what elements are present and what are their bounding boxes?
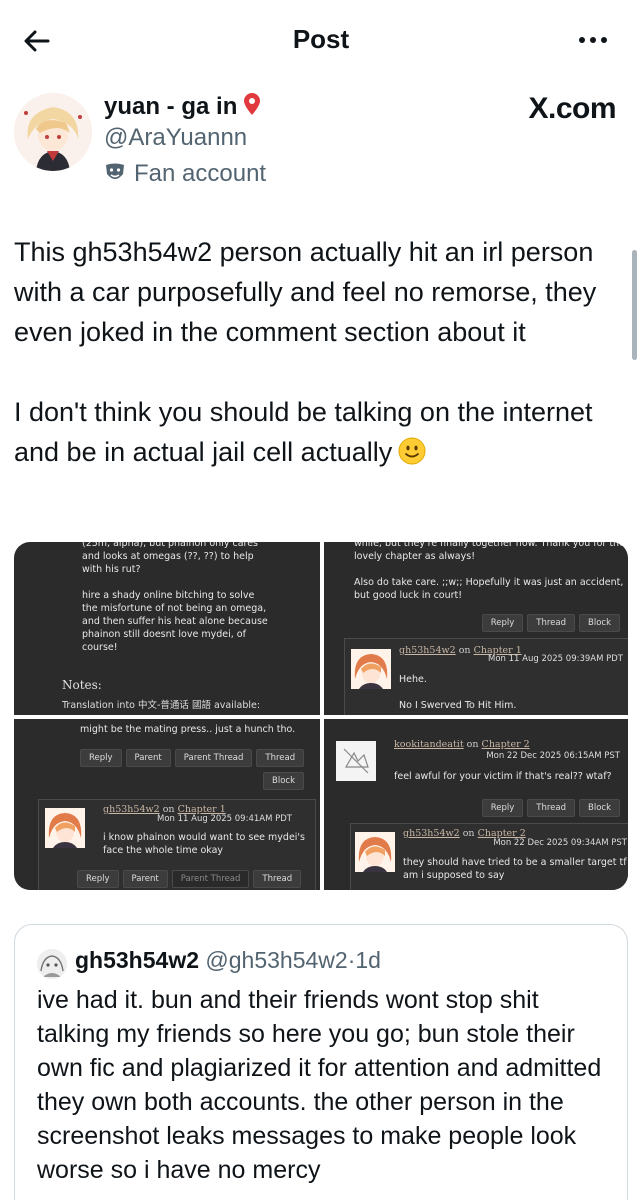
reply-box: gh53h54w2 on Chapter 1 Mon 11 Aug 2025 0… (344, 638, 628, 715)
screenshot-3[interactable]: might be the mating press.. just a hunch… (14, 719, 320, 890)
reply-actions: Reply Parent Parent Thread Thread (77, 870, 302, 888)
translation-line: Translation into 中文-普通话 國語 available: (62, 700, 261, 711)
author-display-name[interactable]: yuan - ga in (104, 92, 261, 123)
scrollbar-thumb[interactable] (632, 250, 637, 360)
quoted-author-avatar[interactable] (37, 949, 67, 979)
reply-date: Mon 11 Aug 2025 09:39AM PDT (488, 654, 623, 664)
parent-thread-button[interactable]: Parent Thread (174, 749, 253, 767)
block-row: Block (263, 772, 304, 790)
quoted-post[interactable]: gh53h54w2 @gh53h54w2·1d ive had it. bun … (14, 924, 628, 1200)
comment-chapter-link[interactable]: Chapter 2 (482, 739, 530, 750)
block-button[interactable]: Block (579, 799, 620, 817)
top-bar: Post (0, 0, 642, 80)
reply-button[interactable]: Reply (80, 749, 122, 767)
screenshot-1[interactable]: (25m, alpha), but phainon only cares and… (14, 542, 320, 715)
author-handle[interactable]: @AraYuannn (104, 124, 247, 152)
badge-label: Fan account (134, 160, 267, 187)
slightly-smiling-face-icon (398, 436, 426, 465)
fan-account-badge: Fan account (104, 160, 266, 188)
parent-button[interactable]: Parent (122, 870, 168, 888)
post-text: This gh53h54w2 person actually hit an ir… (14, 232, 618, 472)
page-title: Post (292, 24, 350, 54)
comment-byline: kookitandeatit on Chapter 2 (394, 739, 530, 750)
thread-button[interactable]: Thread (256, 749, 305, 767)
reply-username[interactable]: gh53h54w2 (403, 828, 460, 839)
reply-button[interactable]: Reply (481, 614, 524, 632)
thread-button[interactable]: Thread (253, 870, 302, 888)
post-text-content: This gh53h54w2 person actually hit an ir… (14, 237, 597, 467)
more-options-icon[interactable] (576, 28, 610, 52)
theater-masks-icon (104, 160, 134, 187)
block-button[interactable]: Block (579, 614, 620, 632)
screenshot-2[interactable]: while, but they're finally together now.… (324, 542, 628, 715)
quoted-display-name[interactable]: gh53h54w2 (75, 947, 199, 973)
comment-text: while, but they're finally together now.… (354, 542, 625, 601)
reply-on-word: on (458, 645, 471, 656)
author-avatar[interactable] (14, 93, 92, 171)
notes-heading: Notes: (62, 678, 102, 692)
reply-text: they should have tried to be a smaller t… (403, 857, 627, 881)
comment-actions: Reply Parent Parent Thread Thread (80, 749, 305, 767)
media-grid: (25m, alpha), but phainon only cares and… (14, 542, 628, 890)
reply-username[interactable]: gh53h54w2 (399, 645, 456, 656)
comment-text: might be the mating press.. just a hunch… (80, 724, 296, 735)
comment-text: feel awful for your victim if that's rea… (394, 771, 612, 782)
reply-avatar (45, 808, 85, 848)
thread-button[interactable]: Thread (527, 614, 575, 632)
display-name-text: yuan - ga in (104, 93, 238, 120)
comment-username[interactable]: kookitandeatit (394, 739, 464, 750)
parent-button[interactable]: Parent (125, 749, 171, 767)
quoted-timestamp[interactable]: 1d (355, 947, 381, 973)
reply-button[interactable]: Reply (481, 799, 524, 817)
quoted-text: ive had it. bun and their friends wont s… (37, 986, 602, 1184)
reply-text: Hehe. No I Swerved To Hit Him. (399, 674, 517, 711)
site-label: X.com (528, 92, 616, 125)
comment-actions: Reply Thread Block (481, 799, 620, 817)
reply-button[interactable]: Reply (77, 870, 119, 888)
reply-date: Mon 11 Aug 2025 09:41AM PDT (157, 814, 292, 824)
location-pin-icon (243, 92, 261, 123)
reply-avatar (355, 832, 395, 872)
screenshot-4[interactable]: kookitandeatit on Chapter 2 Mon 22 Dec 2… (324, 719, 628, 890)
reply-box: gh53h54w2 on Chapter 1 Mon 11 Aug 2025 0… (38, 799, 316, 890)
block-button[interactable]: Block (263, 772, 304, 790)
comment-on-word: on (466, 739, 479, 750)
comment-actions: Reply Thread Block (481, 614, 620, 632)
reply-on-word: on (462, 828, 475, 839)
summary-text: (25m, alpha), but phainon only cares and… (82, 542, 268, 653)
default-avatar (336, 741, 376, 781)
reply-box: gh53h54w2 on Chapter 2 Mon 22 Dec 2025 0… (350, 823, 628, 890)
comment-date: Mon 22 Dec 2025 06:15AM PST (486, 751, 620, 761)
quoted-author-line: gh53h54w2 @gh53h54w2·1d (75, 947, 381, 974)
reply-avatar (351, 649, 391, 689)
thread-button[interactable]: Thread (527, 799, 575, 817)
reply-username[interactable]: gh53h54w2 (103, 804, 160, 815)
quoted-handle[interactable]: @gh53h54w2 (205, 947, 347, 973)
parent-thread-button[interactable]: Parent Thread (171, 870, 250, 888)
reply-date: Mon 22 Dec 2025 09:34AM PST (493, 838, 627, 848)
reply-text: i know phainon would want to see mydei's… (103, 832, 305, 856)
